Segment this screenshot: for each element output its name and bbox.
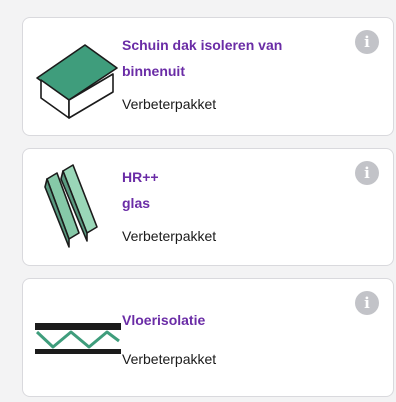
floor-insulation-icon xyxy=(33,291,123,383)
info-icon[interactable]: i xyxy=(355,30,379,54)
info-icon[interactable]: i xyxy=(355,291,379,315)
measures-list: Schuin dak isoleren van binnenuit Verbet… xyxy=(0,0,396,402)
measure-card-hr-glass[interactable]: HR++ glas Verbeterpakket i xyxy=(22,148,394,266)
measure-title: Vloerisolatie xyxy=(122,312,206,328)
measure-title: HR++ glas xyxy=(122,169,159,211)
measure-title: Schuin dak isoleren van binnenuit xyxy=(122,37,283,79)
measure-card-pitched-roof[interactable]: Schuin dak isoleren van binnenuit Verbet… xyxy=(22,17,394,136)
measure-subtitle: Verbeterpakket xyxy=(122,351,217,367)
pitched-roof-icon xyxy=(33,30,123,122)
measure-card-floor-insulation[interactable]: Vloerisolatie Verbeterpakket i xyxy=(22,278,394,397)
measure-subtitle: Verbeterpakket xyxy=(122,228,217,244)
double-glazing-icon xyxy=(33,161,123,253)
measure-subtitle: Verbeterpakket xyxy=(122,96,217,112)
info-icon[interactable]: i xyxy=(355,161,379,185)
